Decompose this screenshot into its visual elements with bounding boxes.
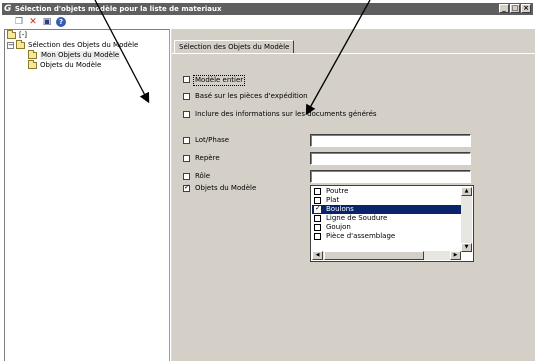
toolbar: ❐ ✕ ▣ ? [14,16,66,28]
inclure-infos-label: Inclure des informations sur les documen… [195,110,377,118]
repere-label: Repère [195,154,220,162]
scroll-down-icon[interactable]: ▼ [461,243,472,252]
scroll-thumb[interactable] [324,251,424,260]
role-field[interactable] [310,170,471,183]
lot-phase-field[interactable] [310,134,471,147]
tree-item-mon-objets[interactable]: Mon Objets du Modèle [28,50,121,60]
copy-icon[interactable]: ❐ [14,17,24,27]
list-item[interactable]: Pièce d'assemblage [312,232,461,241]
lot-phase-checkbox[interactable] [183,137,190,144]
folder-icon [16,40,25,49]
title-bar[interactable]: G Sélection d'objets modèle pour la list… [2,3,533,15]
list-item-checkbox[interactable] [314,233,321,240]
properties-panel: Sélection des Objets du Modèle Modèle en… [172,29,535,361]
modele-entier-label: Modèle entier [193,75,246,86]
tree-root[interactable]: [-] [7,30,27,40]
window-controls: _ □ × [499,4,531,13]
base-pieces-label: Basé sur les pièces d'expédition [195,92,308,100]
list-item-checkbox[interactable] [314,204,321,213]
lot-phase-label: Lot/Phase [195,136,230,144]
role-label: Rôle [195,172,211,180]
minimize-button[interactable]: _ [499,4,509,13]
tree-root-label: [-] [19,31,27,39]
role-checkbox[interactable] [183,173,190,180]
save-icon[interactable]: ▣ [42,17,52,27]
list-item-checkbox[interactable] [314,197,321,204]
tab-selection-objets[interactable]: Sélection des Objets du Modèle [174,40,295,53]
tree-group[interactable]: − Sélection des Objets du Modèle [7,40,139,50]
delete-icon[interactable]: ✕ [28,17,38,27]
dialog-window: G Sélection d'objets modèle pour la list… [0,0,535,361]
modele-entier-checkbox[interactable] [183,76,190,83]
scroll-left-icon[interactable]: ◀ [312,251,323,260]
list-item[interactable]: Plat [312,196,461,205]
tree-item-objets[interactable]: Objets du Modèle [28,60,102,70]
close-button[interactable]: × [521,4,531,13]
tree-item-label: Mon Objets du Modèle [40,51,121,60]
inclure-infos-checkbox[interactable] [183,111,190,118]
objets-modele-checkbox[interactable] [183,183,190,192]
list-item[interactable]: Ligne de Soudure [312,214,461,223]
list-item[interactable]: Goujon [312,223,461,232]
vertical-scrollbar[interactable]: ▲ ▼ [461,187,472,252]
folder-icon [28,50,37,59]
repere-checkbox[interactable] [183,155,190,162]
window-title: Sélection d'objets modèle pour la liste … [14,5,222,13]
horizontal-scrollbar[interactable]: ◀ ▶ [312,251,461,260]
collapse-icon[interactable]: − [7,42,14,49]
repere-field[interactable] [310,152,471,165]
folder-icon [7,30,16,39]
scroll-right-icon[interactable]: ▶ [450,251,461,260]
objets-modele-label: Objets du Modèle [195,184,257,192]
scroll-up-icon[interactable]: ▲ [461,187,472,196]
base-pieces-checkbox[interactable] [183,93,190,100]
help-icon[interactable]: ? [56,17,66,27]
tab-page: Modèle entier Basé sur les pièces d'expé… [172,53,535,361]
list-item-checkbox[interactable] [314,215,321,222]
tree-item-label: Objets du Modèle [40,61,102,69]
object-type-list[interactable]: Poutre Plat Boulons Ligne de Soudure Gou… [310,185,474,262]
list-item[interactable]: Poutre [312,187,461,196]
list-item-checkbox[interactable] [314,224,321,231]
maximize-button[interactable]: □ [510,4,520,13]
tree-group-label: Sélection des Objets du Modèle [28,41,139,49]
list-item-checkbox[interactable] [314,188,321,195]
list-item[interactable]: Boulons [312,204,461,214]
app-logo-icon: G [4,4,12,14]
folder-icon [28,60,37,69]
tree-panel: [-] − Sélection des Objets du Modèle Mon… [4,29,170,361]
